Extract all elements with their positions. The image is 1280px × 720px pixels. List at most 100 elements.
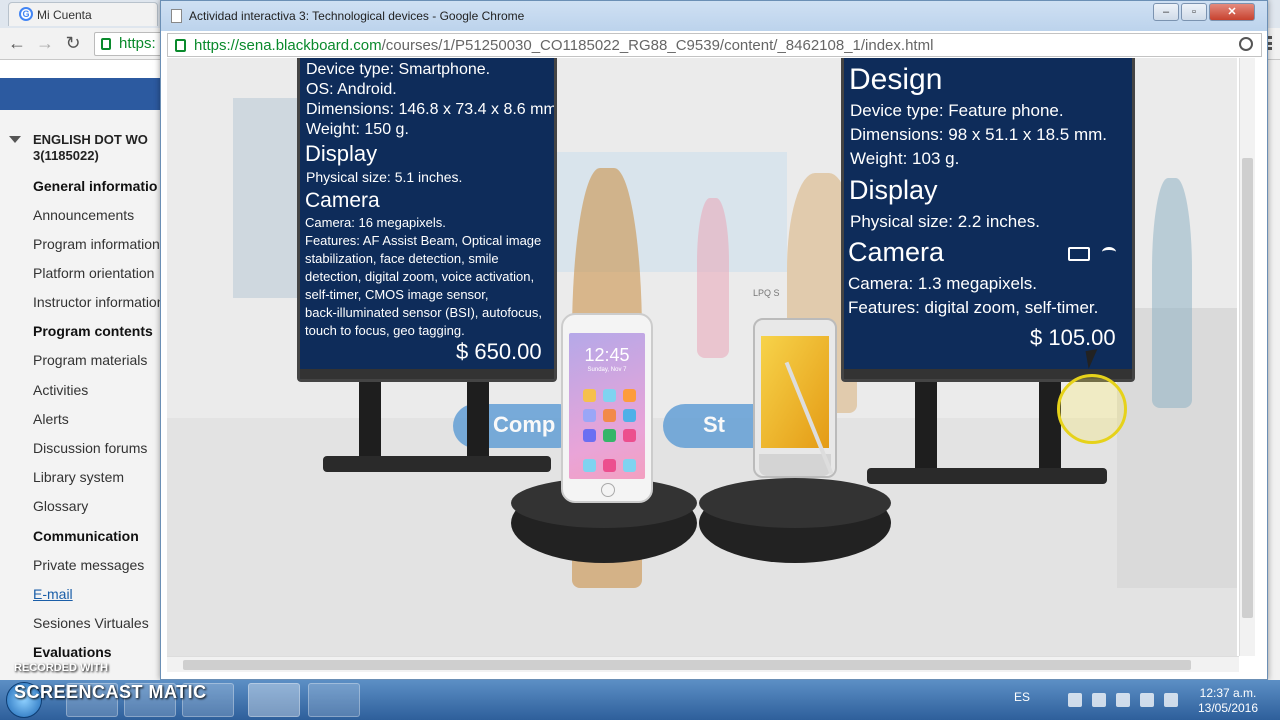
vertical-scrollbar[interactable] xyxy=(1239,58,1255,656)
sidebar-item-glossary[interactable]: Glossary xyxy=(33,498,88,514)
spec-line: Features: digital zoom, self-timer. xyxy=(848,298,1099,317)
spec-line: back-illuminated sensor (BSI), autofocus… xyxy=(305,305,542,320)
spec-line: stabilization, face detection, smile xyxy=(305,251,499,266)
app-icon xyxy=(603,389,616,402)
screencast-taskbar-icon[interactable] xyxy=(308,683,360,717)
network-signal-icon[interactable] xyxy=(1140,693,1154,707)
course-sidebar: ENGLISH DOT WO 3(1185022) General inform… xyxy=(0,110,170,688)
sidebar-item-library-system[interactable]: Library system xyxy=(33,469,124,485)
interactive-activity-canvas[interactable]: Comp St Device type: Smartphone. OS: And… xyxy=(167,58,1237,656)
sidebar-item-instructor-information[interactable]: Instructor information xyxy=(33,294,165,310)
sidebar-item-program-information[interactable]: Program information xyxy=(33,236,160,252)
flag-icon[interactable] xyxy=(1068,693,1082,707)
url-path: /courses/1/P51250030_CO1185022_RG88_C953… xyxy=(381,37,934,54)
spec-line: detection, digital zoom, voice activatio… xyxy=(305,269,535,284)
skype-taskbar-icon[interactable] xyxy=(248,683,300,717)
store-button-label: St xyxy=(703,412,725,437)
horizontal-scroll-thumb[interactable] xyxy=(183,660,1191,670)
close-button[interactable]: ✕ xyxy=(1209,3,1255,21)
right-stand-leg xyxy=(915,378,937,470)
display-heading: Display xyxy=(849,175,938,205)
reload-icon[interactable]: ↻ xyxy=(62,32,84,54)
spec-line: OS: Android. xyxy=(306,81,397,98)
system-clock[interactable]: 12:37 a.m. 13/05/2016 xyxy=(1190,686,1266,716)
sidebar-item-communication[interactable]: Communication xyxy=(33,528,139,544)
zoom-icon[interactable] xyxy=(1239,37,1253,51)
popup-address-bar[interactable]: https://sena.blackboard.com/courses/1/P5… xyxy=(167,33,1262,57)
spec-line: Physical size: 5.1 inches. xyxy=(306,169,463,185)
popup-title-text: Actividad interactiva 3: Technological d… xyxy=(189,9,525,23)
click-highlight xyxy=(1057,374,1127,444)
dock-icon xyxy=(623,459,636,472)
feature-phone-keypad xyxy=(759,454,831,476)
battery-icon[interactable] xyxy=(1116,693,1130,707)
sidebar-item-email[interactable]: E-mail xyxy=(33,586,73,602)
spec-line: Weight: 150 g. xyxy=(306,121,409,138)
google-icon: G xyxy=(19,7,33,21)
smartphone-device[interactable]: 12:45 Sunday, Nov 7 xyxy=(561,313,653,503)
tab-mi-cuenta[interactable]: G Mi Cuenta xyxy=(8,2,158,26)
left-stand-leg xyxy=(467,378,489,458)
sidebar-item-private-messages[interactable]: Private messages xyxy=(33,557,144,573)
dock-icon xyxy=(603,459,616,472)
app-icon xyxy=(603,409,616,422)
spec-line: Weight: 103 g. xyxy=(850,149,960,168)
spec-line: self-timer, CMOS image sensor, xyxy=(305,287,489,302)
camera-heading: Camera xyxy=(848,237,945,267)
popup-title-bar[interactable]: Actividad interactiva 3: Technological d… xyxy=(161,1,1267,31)
sidebar-item-program-materials[interactable]: Program materials xyxy=(33,352,147,368)
app-icon xyxy=(623,389,636,402)
panel-bottom-edge xyxy=(300,369,554,379)
right-stand-foot xyxy=(867,468,1107,484)
volume-icon[interactable] xyxy=(1164,693,1178,707)
dock-icon xyxy=(583,459,596,472)
spec-line: Camera: 16 megapixels. xyxy=(305,215,446,230)
app-icon xyxy=(583,409,596,422)
spec-line: Physical size: 2.2 inches. xyxy=(850,212,1040,231)
sidebar-item-sesiones-virtuales[interactable]: Sesiones Virtuales xyxy=(33,615,149,631)
forward-arrow-icon[interactable]: → xyxy=(34,32,56,54)
home-button xyxy=(601,483,615,497)
spec-line: Device type: Feature phone. xyxy=(850,101,1064,120)
back-arrow-icon[interactable]: ← xyxy=(6,32,28,54)
horizontal-scrollbar[interactable] xyxy=(167,656,1239,672)
sidebar-item-announcements[interactable]: Announcements xyxy=(33,207,134,223)
minimize-button[interactable]: – xyxy=(1153,3,1179,21)
vertical-scroll-thumb[interactable] xyxy=(1242,158,1253,618)
sidebar-item-alerts[interactable]: Alerts xyxy=(33,411,69,427)
sidebar-item-platform-orientation[interactable]: Platform orientation xyxy=(33,265,154,281)
compare-button-label: Comp xyxy=(493,412,556,437)
collapse-caret-icon[interactable] xyxy=(9,136,21,143)
bb-banner xyxy=(0,78,170,110)
lock-icon xyxy=(101,38,111,50)
sidebar-item-program-contents[interactable]: Program contents xyxy=(33,323,153,339)
spec-line: touch to focus, geo tagging. xyxy=(305,323,465,338)
lock-icon xyxy=(175,39,186,52)
maximize-button[interactable]: ▫ xyxy=(1181,3,1207,21)
feature-phone-brand-label: LPQ S xyxy=(753,288,780,298)
spec-line: Device type: Smartphone. xyxy=(306,61,491,78)
spec-line: Features: AF Assist Beam, Optical image xyxy=(305,233,542,248)
sidebar-item-activities[interactable]: Activities xyxy=(33,382,88,398)
app-icon xyxy=(623,429,636,442)
clock-date: 13/05/2016 xyxy=(1197,701,1259,715)
sidebar-item-general-info[interactable]: General informatio xyxy=(33,178,157,194)
app-icon xyxy=(583,429,596,442)
smartphone-screen: 12:45 Sunday, Nov 7 xyxy=(569,333,645,479)
course-title[interactable]: ENGLISH DOT WO 3(1185022) xyxy=(33,132,170,164)
store-wall-display xyxy=(233,98,303,298)
computer-icon xyxy=(1068,247,1090,261)
shopper-woman-figure xyxy=(697,198,729,358)
sidebar-item-evaluations[interactable]: Evaluations xyxy=(33,644,112,660)
right-pedestal-top xyxy=(699,478,891,528)
feature-phone-spec-panel: Design Device type: Feature phone. Dimen… xyxy=(841,58,1135,382)
feature-phone-price: $ 105.00 xyxy=(1030,325,1116,350)
smartphone-price: $ 650.00 xyxy=(456,339,542,364)
store-floor xyxy=(167,418,1237,656)
phone-app-icon xyxy=(603,429,616,442)
windows-update-icon[interactable] xyxy=(1092,693,1106,707)
spec-line: Dimensions: 146.8 x 73.4 x 8.6 mm. xyxy=(306,101,557,118)
bb-header xyxy=(0,60,170,78)
sidebar-item-discussion-forums[interactable]: Discussion forums xyxy=(33,440,147,456)
language-indicator[interactable]: ES xyxy=(1014,690,1030,704)
